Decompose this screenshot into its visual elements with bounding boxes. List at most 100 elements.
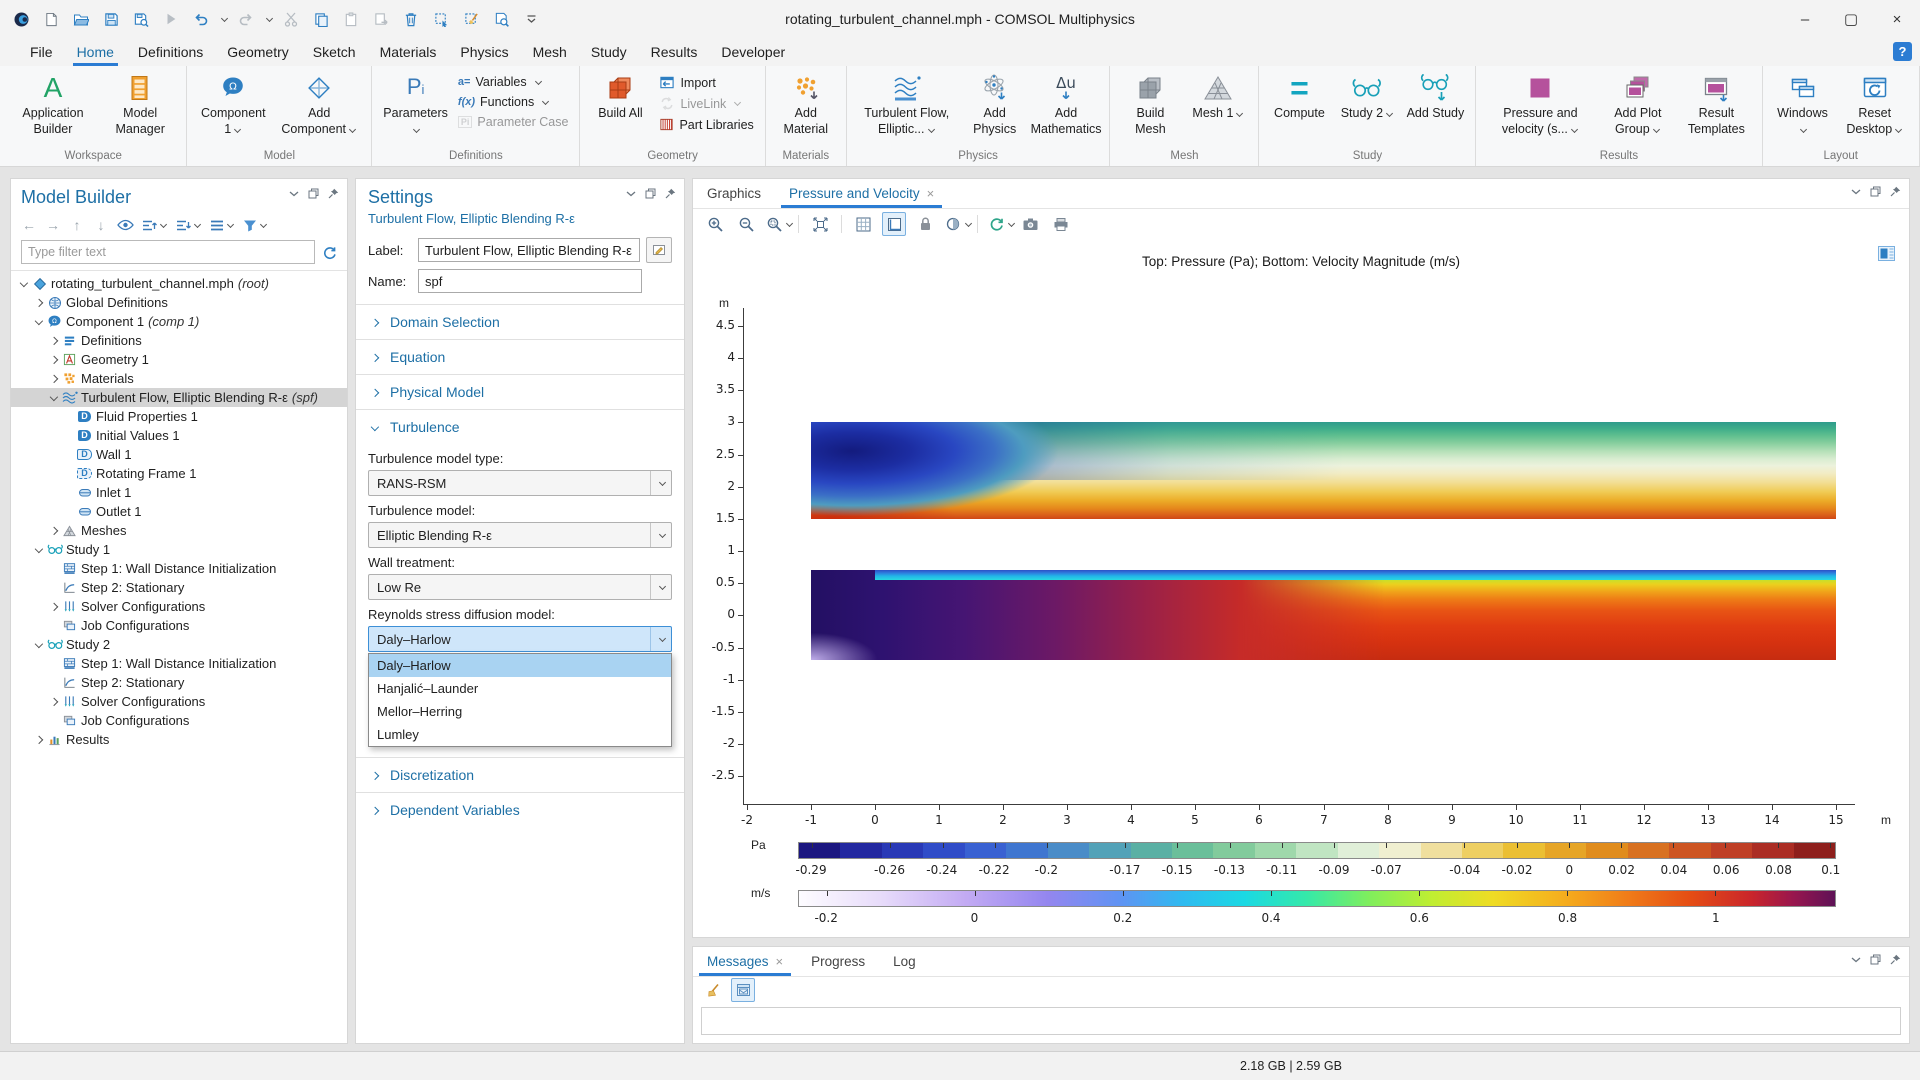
paste-button[interactable] bbox=[338, 6, 364, 32]
undo-button[interactable] bbox=[188, 6, 214, 32]
qat-more-button[interactable] bbox=[518, 6, 544, 32]
graphics-tab-pressure-and-velocity[interactable]: Pressure and Velocity× bbox=[775, 179, 948, 208]
delete-button[interactable] bbox=[398, 6, 424, 32]
expand-button[interactable] bbox=[142, 216, 168, 234]
collapse-icon[interactable] bbox=[626, 191, 636, 197]
tree-item-solver-configurations[interactable]: Solver Configurations bbox=[11, 692, 347, 711]
float-icon[interactable] bbox=[308, 188, 319, 199]
label-field[interactable] bbox=[418, 238, 640, 262]
tree-item-results[interactable]: Results bbox=[11, 730, 347, 749]
combo-reynolds-stress-diffusion-model[interactable]: Daly–Harlow bbox=[368, 626, 672, 652]
float-icon[interactable] bbox=[1870, 186, 1881, 197]
dropdown-option-hanjali-launder[interactable]: Hanjalić–Launder bbox=[369, 677, 671, 700]
menu-mesh[interactable]: Mesh bbox=[521, 38, 579, 66]
messages-tab-progress[interactable]: Progress bbox=[797, 947, 879, 976]
tree-item-rotating-turbulent-channel-mph[interactable]: rotating_turbulent_channel.mph(root) bbox=[11, 274, 347, 293]
menu-physics[interactable]: Physics bbox=[448, 38, 520, 66]
section-turbulence[interactable]: Turbulence bbox=[356, 410, 684, 444]
messages-tab-log[interactable]: Log bbox=[879, 947, 930, 976]
tree-item-study-1[interactable]: Study 1 bbox=[11, 540, 347, 559]
pin-icon[interactable] bbox=[1890, 954, 1901, 965]
collapse-icon[interactable] bbox=[1851, 957, 1861, 963]
filter-refresh-icon[interactable] bbox=[321, 243, 337, 261]
cut-button[interactable] bbox=[278, 6, 304, 32]
tree-item-rotating-frame-1[interactable]: DRotating Frame 1 bbox=[11, 464, 347, 483]
minimize-button[interactable]: – bbox=[1782, 0, 1828, 38]
ribbon-button-parameters[interactable]: PiParameters bbox=[379, 71, 452, 138]
extents-button[interactable] bbox=[808, 212, 832, 236]
expander-closed[interactable] bbox=[47, 603, 61, 610]
menu-geometry[interactable]: Geometry bbox=[215, 38, 300, 66]
tree-item-meshes[interactable]: Meshes bbox=[11, 521, 347, 540]
view-button[interactable] bbox=[210, 216, 235, 234]
ribbon-button-parameter-case[interactable]: PiParameter Case bbox=[454, 114, 573, 130]
ribbon-button-add-mathematics[interactable]: ΔuAdd Mathematics bbox=[1030, 71, 1103, 138]
rename-button[interactable] bbox=[646, 237, 672, 263]
close-tab-icon[interactable]: × bbox=[927, 186, 935, 201]
name-field[interactable] bbox=[418, 269, 642, 293]
up-button[interactable]: ↑ bbox=[69, 216, 85, 234]
close-tab-icon[interactable]: × bbox=[776, 954, 784, 969]
back-button[interactable]: ← bbox=[21, 216, 37, 234]
ribbon-button-build-all[interactable]: Build All bbox=[587, 71, 653, 123]
tree-item-component-1[interactable]: ΩComponent 1(comp 1) bbox=[11, 312, 347, 331]
help-icon[interactable]: ? bbox=[1893, 42, 1912, 61]
tree-item-step-1-wall-distance-initialization[interactable]: Step 1: Wall Distance Initialization bbox=[11, 559, 347, 578]
new-file-button[interactable] bbox=[38, 6, 64, 32]
menu-sketch[interactable]: Sketch bbox=[301, 38, 368, 66]
section-equation[interactable]: Equation bbox=[356, 340, 684, 374]
menu-home[interactable]: Home bbox=[65, 38, 126, 66]
tree-item-materials[interactable]: Materials bbox=[11, 369, 347, 388]
menu-developer[interactable]: Developer bbox=[709, 38, 797, 66]
plot-properties-icon[interactable] bbox=[1878, 246, 1895, 261]
section-dependent-variables[interactable]: Dependent Variables bbox=[356, 793, 684, 827]
camera-button[interactable] bbox=[1018, 212, 1042, 236]
ribbon-button-add-study[interactable]: Add Study bbox=[1402, 71, 1468, 123]
float-icon[interactable] bbox=[1870, 954, 1881, 965]
pin-icon[interactable] bbox=[665, 188, 676, 199]
section-physical-model[interactable]: Physical Model bbox=[356, 375, 684, 409]
comsol-logo-button[interactable] bbox=[8, 6, 34, 32]
menu-results[interactable]: Results bbox=[639, 38, 710, 66]
ribbon-button-model-manager[interactable]: Model Manager bbox=[101, 71, 179, 138]
show-button[interactable] bbox=[117, 216, 134, 234]
lock-button[interactable] bbox=[913, 212, 937, 236]
ribbon-button-application-builder[interactable]: AApplication Builder bbox=[7, 71, 99, 138]
collapse-button[interactable] bbox=[176, 216, 202, 234]
ribbon-button-compute[interactable]: =Compute bbox=[1266, 71, 1332, 123]
mail-button[interactable] bbox=[731, 978, 755, 1002]
expander-closed[interactable] bbox=[32, 299, 46, 306]
expander-closed[interactable] bbox=[47, 527, 61, 534]
redo-dropdown-icon[interactable] bbox=[267, 16, 274, 21]
forward-button[interactable]: → bbox=[45, 216, 61, 234]
tree-filter-input[interactable] bbox=[21, 240, 315, 264]
dropdown-option-lumley[interactable]: Lumley bbox=[369, 723, 671, 746]
combo-turbulence-model-type[interactable]: RANS-RSM bbox=[368, 470, 672, 496]
ribbon-button-add-physics[interactable]: Add Physics bbox=[962, 71, 1028, 138]
close-button[interactable]: × bbox=[1874, 0, 1920, 38]
expander-open[interactable] bbox=[32, 547, 46, 552]
expander-closed[interactable] bbox=[32, 736, 46, 743]
ribbon-button-variables[interactable]: a=Variables bbox=[454, 74, 573, 90]
copy-button[interactable] bbox=[308, 6, 334, 32]
print-button[interactable] bbox=[1049, 212, 1073, 236]
zoom-in-button[interactable] bbox=[703, 212, 727, 236]
section-discretization[interactable]: Discretization bbox=[356, 758, 684, 792]
tree-item-wall-1[interactable]: DWall 1 bbox=[11, 445, 347, 464]
ribbon-button-study-2[interactable]: Study 2 bbox=[1334, 71, 1400, 123]
tree-item-fluid-properties-1[interactable]: DFluid Properties 1 bbox=[11, 407, 347, 426]
dropdown-option-daly-harlow[interactable]: Daly–Harlow bbox=[369, 654, 671, 677]
expander-open[interactable] bbox=[32, 642, 46, 647]
expander-closed[interactable] bbox=[47, 337, 61, 344]
combo-dropdown-button[interactable] bbox=[650, 627, 671, 651]
dropdown-option-mellor-herring[interactable]: Mellor–Herring bbox=[369, 700, 671, 723]
expander-closed[interactable] bbox=[47, 375, 61, 382]
ribbon-button-add-component[interactable]: Add Component bbox=[274, 71, 364, 138]
collapse-icon[interactable] bbox=[289, 191, 299, 197]
save-find-button[interactable] bbox=[128, 6, 154, 32]
tree-item-solver-configurations[interactable]: Solver Configurations bbox=[11, 597, 347, 616]
ribbon-button-windows[interactable]: Windows bbox=[1770, 71, 1836, 138]
tree-item-definitions[interactable]: Definitions bbox=[11, 331, 347, 350]
tree-item-geometry-1[interactable]: Geometry 1 bbox=[11, 350, 347, 369]
float-icon[interactable] bbox=[645, 188, 656, 199]
